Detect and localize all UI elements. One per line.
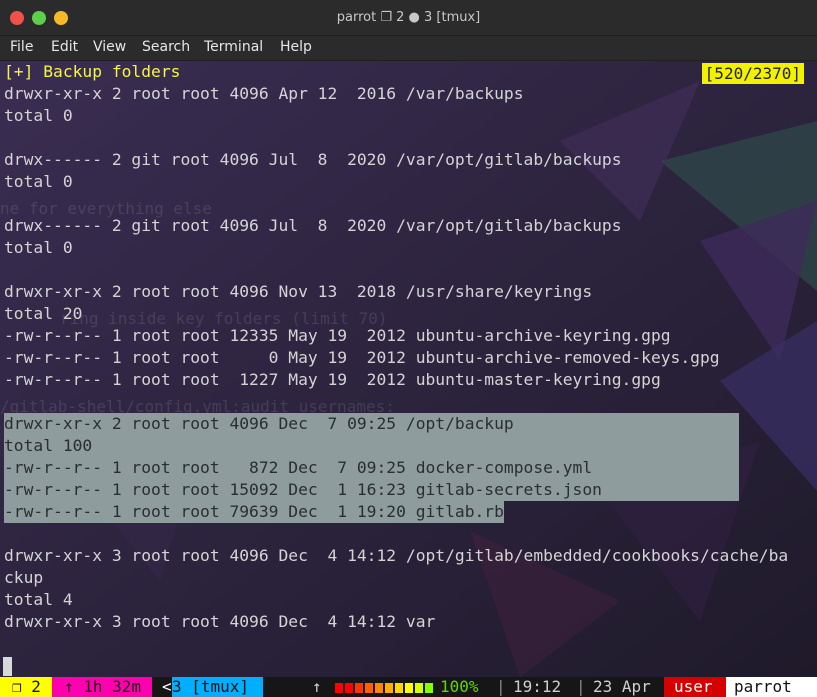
menu-help[interactable]: Help: [280, 39, 312, 55]
status-user: user: [664, 677, 726, 697]
status-time: 19:12: [513, 677, 573, 697]
output-line: total 0: [4, 172, 73, 191]
text-cursor: [3, 657, 12, 676]
output-line: drwx------ 2 git root 4096 Jul 8 2020 /v…: [4, 150, 622, 169]
highlighted-line[interactable]: -rw-r--r-- 1 root root 79639 Dec 1 19:20…: [4, 501, 504, 523]
battery-block: [425, 683, 433, 693]
menu-view[interactable]: View: [93, 39, 126, 55]
battery-percent: 100%: [440, 677, 490, 697]
output-line: drwxr-xr-x 3 root root 4096 Dec 4 14:12 …: [4, 612, 436, 631]
output-line: total 0: [4, 106, 73, 125]
menu-edit[interactable]: Edit: [51, 39, 78, 55]
output-line: total 20: [4, 304, 83, 323]
battery-gauge: [335, 683, 435, 693]
tmux-session[interactable]: ❐ 2: [0, 677, 52, 697]
status-separator: |: [496, 677, 506, 697]
battery-block: [375, 683, 383, 693]
tmux-window-prefix: <: [152, 677, 172, 697]
highlighted-line[interactable]: total 100: [4, 435, 740, 457]
battery-block: [395, 683, 403, 693]
menu-file[interactable]: File: [10, 39, 33, 55]
tmux-status-bar: ❐ 2 ↑ 1h 32m < 3 [tmux] ↑ 100% | 19:12 |…: [0, 677, 817, 697]
window-title: parrot ❐ 2 ● 3 [tmux]: [336, 10, 481, 25]
tmux-window-tab[interactable]: 3 [tmux]: [172, 677, 263, 697]
battery-arrow-icon: ↑: [312, 677, 330, 697]
terminal-pane[interactable]: ne for everything else ring inside key f…: [0, 61, 817, 677]
battery-block: [365, 683, 373, 693]
section-header: [+] Backup folders: [4, 62, 181, 81]
battery-block: [405, 683, 413, 693]
output-line: drwx------ 2 git root 4096 Jul 8 2020 /v…: [4, 216, 622, 235]
output-line: -rw-r--r-- 1 root root 0 May 19 2012 ubu…: [4, 348, 720, 367]
status-host: parrot: [726, 677, 817, 697]
highlighted-line[interactable]: drwxr-xr-x 2 root root 4096 Dec 7 09:25 …: [4, 413, 740, 435]
tmux-uptime: ↑ 1h 32m: [52, 677, 152, 697]
battery-block: [345, 683, 353, 693]
battery-block: [335, 683, 343, 693]
output-line: total 4: [4, 590, 73, 609]
title-bar[interactable]: parrot ❐ 2 ● 3 [tmux]: [0, 0, 817, 36]
menu-search[interactable]: Search: [142, 39, 190, 55]
status-separator: |: [576, 677, 586, 697]
status-date: 23 Apr: [593, 677, 663, 697]
output-line: ckup: [4, 568, 44, 587]
battery-block: [385, 683, 393, 693]
terminal-window: parrot ❐ 2 ● 3 [tmux] File Edit View Sea…: [0, 0, 817, 697]
scroll-position-indicator: [520/2370]: [701, 63, 804, 84]
menu-bar: File Edit View Search Terminal Help: [0, 36, 817, 61]
battery-block: [355, 683, 363, 693]
output-line: -rw-r--r-- 1 root root 1227 May 19 2012 …: [4, 370, 661, 389]
highlighted-line[interactable]: -rw-r--r-- 1 root root 872 Dec 7 09:25 d…: [4, 457, 740, 479]
battery-block: [415, 683, 423, 693]
output-line: drwxr-xr-x 3 root root 4096 Dec 4 14:12 …: [4, 546, 789, 565]
highlighted-line[interactable]: -rw-r--r-- 1 root root 15092 Dec 1 16:23…: [4, 479, 740, 501]
output-line: -rw-r--r-- 1 root root 12335 May 19 2012…: [4, 326, 671, 345]
output-line: total 0: [4, 238, 73, 257]
output-line: drwxr-xr-x 2 root root 4096 Apr 12 2016 …: [4, 84, 524, 103]
menu-terminal[interactable]: Terminal: [204, 39, 263, 55]
output-line: drwxr-xr-x 2 root root 4096 Nov 13 2018 …: [4, 282, 593, 301]
